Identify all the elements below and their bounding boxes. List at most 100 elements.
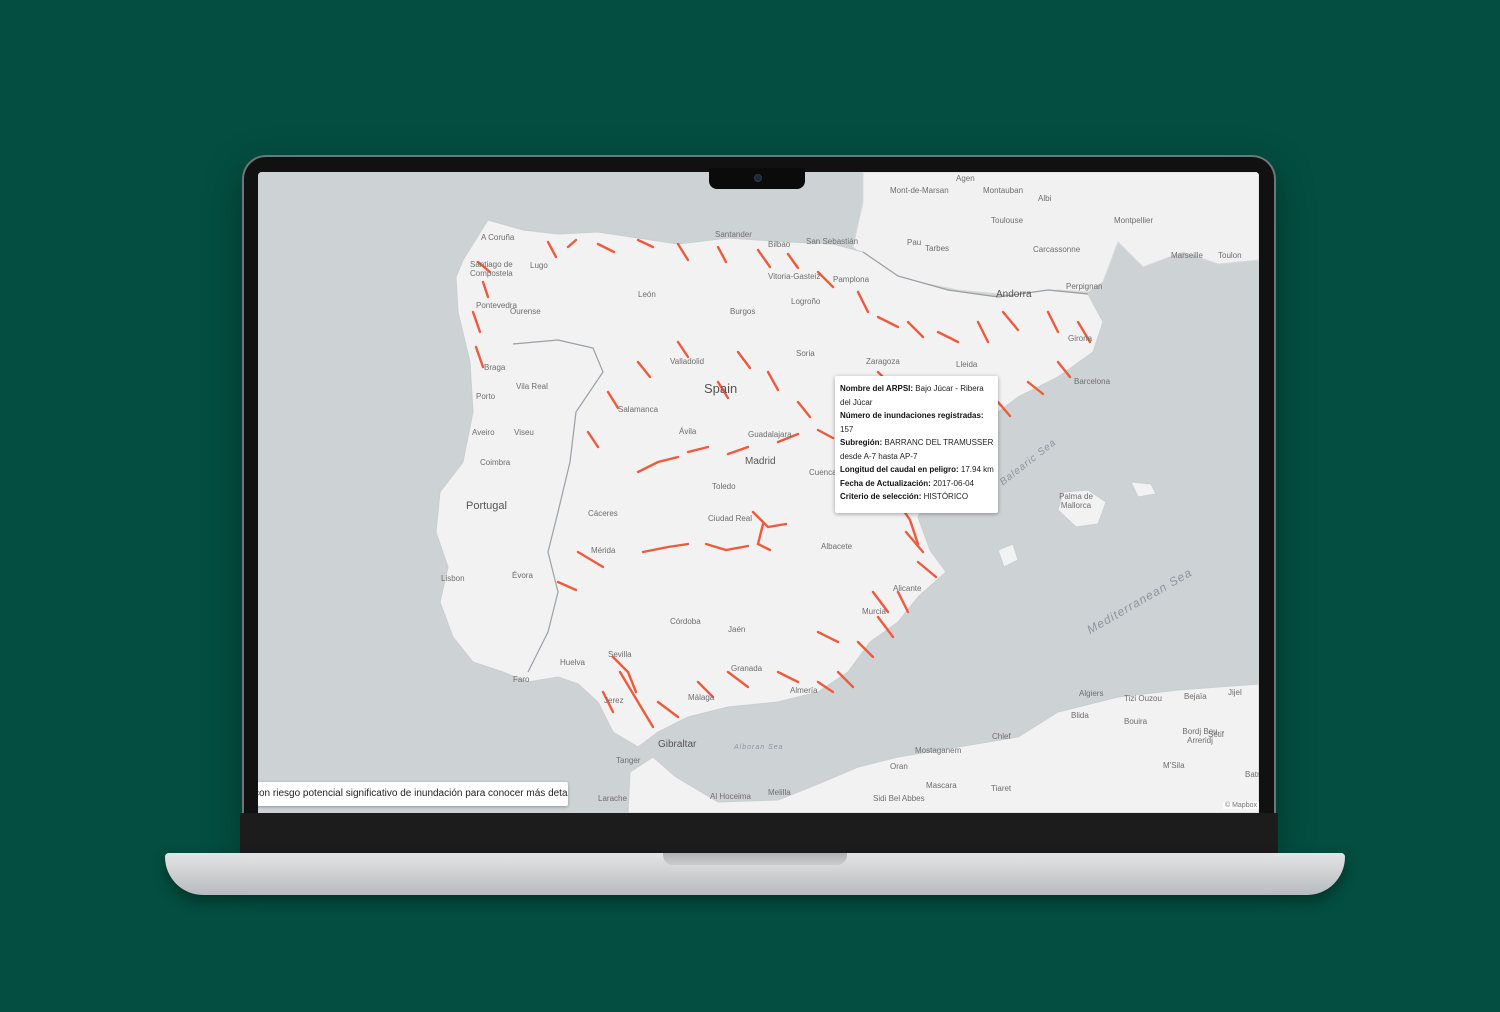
place-label: Girona xyxy=(1068,334,1093,343)
place-label: Albi xyxy=(1038,194,1052,203)
place-label: Montpellier xyxy=(1114,216,1154,225)
place-label: Murcia xyxy=(862,607,887,616)
place-label: Tarbes xyxy=(925,244,950,253)
place-label: Valladolid xyxy=(670,357,705,366)
place-label: Évora xyxy=(512,571,533,580)
place-label: Sidi Bel Abbes xyxy=(873,794,925,803)
bottom-bezel xyxy=(240,813,1278,853)
place-label: Pau xyxy=(907,238,922,247)
tooltip-label: Subregión: xyxy=(840,438,883,447)
place-label: Tizi Ouzou xyxy=(1124,694,1162,703)
place-label: Bouira xyxy=(1124,717,1148,726)
place-label: León xyxy=(638,290,656,299)
country-label-andorra: Andorra xyxy=(996,289,1032,300)
place-label: Oran xyxy=(890,762,908,771)
place-label: Madrid xyxy=(745,456,776,467)
place-label: Toledo xyxy=(712,482,736,491)
tooltip-row-criteria: Criterio de selección: HISTÓRICO xyxy=(840,490,994,504)
place-label: Braga xyxy=(484,363,506,372)
place-label: Larache xyxy=(598,794,627,803)
place-label: Coimbra xyxy=(480,458,511,467)
place-label: Almería xyxy=(790,686,818,695)
place-label: San Sebastián xyxy=(806,237,859,246)
sea-label-alboran: Alboran Sea xyxy=(734,744,784,751)
camera-icon xyxy=(754,174,762,182)
place-label: Huelva xyxy=(560,658,585,667)
tooltip-label: Número de inundaciones registradas: xyxy=(840,411,984,420)
tooltip-row-arpsi: Nombre del ARPSI: Bajo Júcar - Ribera de… xyxy=(840,382,994,409)
place-label: Granada xyxy=(731,664,763,673)
place-label: Jerez xyxy=(604,696,624,705)
place-label: Toulouse xyxy=(991,216,1024,225)
place-label: Pamplona xyxy=(833,275,870,284)
place-label: Porto xyxy=(476,392,496,401)
place-label: Vila Real xyxy=(516,382,548,391)
place-label: Bilbao xyxy=(768,240,791,249)
place-label: Gibraltar xyxy=(658,739,697,750)
place-label: Faro xyxy=(513,675,530,684)
place-label: Viseu xyxy=(514,428,534,437)
tooltip-value: HISTÓRICO xyxy=(923,492,969,501)
place-label: Algiers xyxy=(1079,689,1104,698)
place-label: Lisbon xyxy=(441,574,465,583)
tooltip-value: 17.94 km xyxy=(960,465,994,474)
place-label: Chlef xyxy=(992,732,1011,741)
laptop-base xyxy=(165,853,1345,895)
map-canvas[interactable] xyxy=(258,172,1259,813)
tooltip-value: 2017-06-04 xyxy=(933,478,974,488)
place-label: Ourense xyxy=(510,307,541,316)
base-notch xyxy=(663,853,847,865)
place-label: Aveiro xyxy=(472,428,495,437)
place-label: Al Hoceima xyxy=(710,792,751,801)
place-label: Santander xyxy=(715,230,752,239)
screen-notch xyxy=(709,168,805,189)
tooltip-label: Criterio de selección: xyxy=(840,492,922,501)
info-bar: con riesgo potencial significativo de in… xyxy=(258,782,568,806)
place-label: Blida xyxy=(1071,711,1089,720)
place-label: A Coruña xyxy=(481,233,515,242)
place-label: Jaén xyxy=(728,625,746,634)
place-label: Melilla xyxy=(768,788,791,797)
place-label: Santiago de Compostela xyxy=(470,260,513,278)
place-label: Perpignan xyxy=(1066,282,1103,291)
place-label: Agen xyxy=(956,174,975,183)
country-label-portugal: Portugal xyxy=(466,500,507,512)
place-label: Marseille xyxy=(1171,251,1204,260)
place-label: Bejaïa xyxy=(1184,692,1207,701)
tooltip-value: 157 xyxy=(840,424,854,434)
place-label: Albacete xyxy=(821,542,853,551)
place-label: Alicante xyxy=(893,584,922,593)
place-label: Tiaret xyxy=(991,784,1012,793)
place-label: Zaragoza xyxy=(866,357,900,366)
place-label: Ávila xyxy=(679,427,697,436)
place-label: Lugo xyxy=(530,261,548,270)
place-label: Córdoba xyxy=(670,617,701,626)
tooltip-row-updated: Fecha de Actualización: 2017-06-04 xyxy=(840,477,994,491)
place-label: Lleida xyxy=(956,360,978,369)
map-attribution[interactable]: © Mapbox xyxy=(1222,802,1259,809)
place-label: Carcassonne xyxy=(1033,245,1081,254)
place-label: Sétif xyxy=(1208,730,1225,739)
place-label: Mascara xyxy=(926,781,957,790)
place-label: Palma de Mallorca xyxy=(1059,492,1093,510)
place-label: Málaga xyxy=(688,693,715,702)
tooltip-label: Fecha de Actualización: xyxy=(840,478,931,488)
place-label: Burgos xyxy=(730,307,756,316)
tooltip-row-floods: Número de inundaciones registradas: 157 xyxy=(840,409,994,436)
place-label: Soria xyxy=(796,349,815,358)
arpsi-tooltip: Nombre del ARPSI: Bajo Júcar - Ribera de… xyxy=(835,376,998,513)
place-label: Mostaganem xyxy=(915,746,962,755)
place-label: Salamanca xyxy=(618,405,659,414)
place-label: Tanger xyxy=(616,756,641,765)
tooltip-label: Longitud del caudal en peligro: xyxy=(840,465,959,474)
place-label: Batna xyxy=(1245,770,1259,779)
place-label: Barcelona xyxy=(1074,377,1111,386)
place-label: Mérida xyxy=(591,546,616,555)
map-screen[interactable]: Agen Mont-de-Marsan Montauban Albi Toulo… xyxy=(258,172,1259,813)
place-label: Sevilla xyxy=(608,650,632,659)
place-label: Guadalajara xyxy=(748,430,792,439)
place-label: Vitoria-Gasteiz xyxy=(768,272,821,281)
place-label: Montauban xyxy=(983,186,1024,195)
country-label-spain: Spain xyxy=(704,381,738,396)
place-label: Ciudad Real xyxy=(708,514,753,523)
